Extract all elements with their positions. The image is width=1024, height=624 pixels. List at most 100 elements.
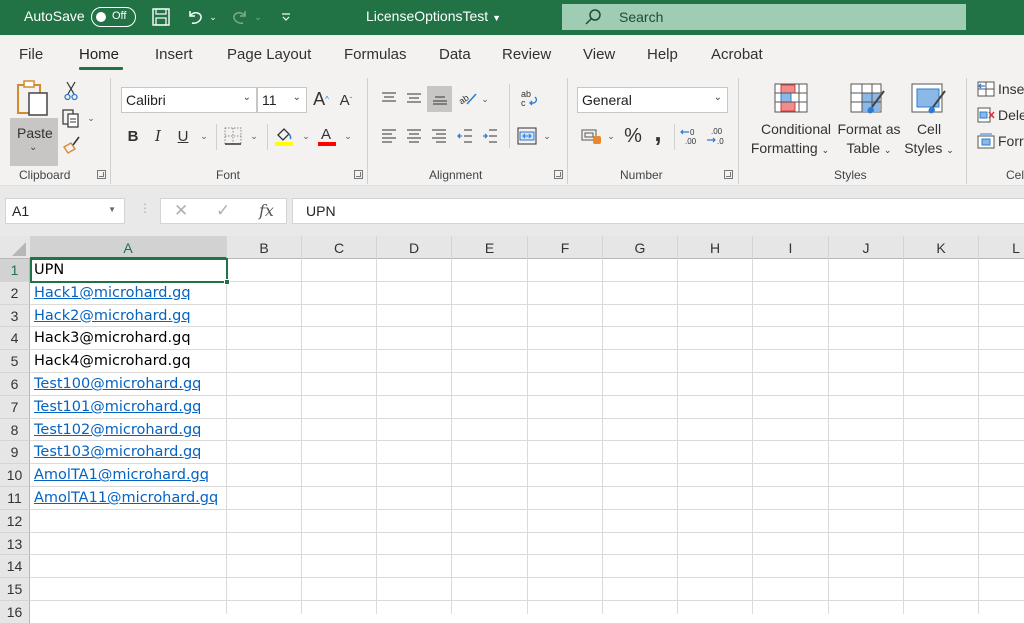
tab-file[interactable]: File	[19, 46, 43, 63]
tab-formulas[interactable]: Formulas	[344, 46, 407, 63]
tab-data[interactable]: Data	[439, 46, 471, 63]
conditional-formatting-button[interactable]: Conditional Formatting ⌄	[748, 80, 832, 162]
column-header-l[interactable]: L	[979, 236, 1024, 259]
paste-button[interactable]: Paste ⌄	[10, 76, 58, 166]
copy-dropdown-icon[interactable]: ⌄	[86, 113, 96, 123]
row-header-12[interactable]: 12	[0, 509, 30, 533]
column-header-d[interactable]: D	[377, 236, 452, 259]
align-left-icon[interactable]	[379, 126, 399, 146]
font-color-icon[interactable]: A	[317, 125, 337, 147]
tab-insert[interactable]: Insert	[155, 46, 193, 63]
cell-a2[interactable]: Hack1@microhard.gq	[30, 282, 227, 305]
tab-page-layout[interactable]: Page Layout	[227, 46, 311, 63]
row-header-14[interactable]: 14	[0, 555, 30, 579]
align-middle-icon[interactable]	[404, 88, 424, 108]
paste-dropdown[interactable]: Paste ⌄	[10, 118, 58, 166]
row-header-2[interactable]: 2	[0, 281, 30, 305]
fill-color-icon[interactable]	[274, 125, 294, 147]
formula-bar-grip-icon[interactable]: ⋮	[139, 201, 151, 215]
tab-help[interactable]: Help	[647, 46, 678, 63]
document-title[interactable]: LicenseOptionsTest ▼	[366, 8, 501, 24]
column-header-k[interactable]: K	[904, 236, 979, 259]
formula-input[interactable]: UPN	[292, 198, 1024, 224]
wrap-text-icon[interactable]: ab c	[517, 86, 541, 110]
bold-button[interactable]: B	[124, 125, 142, 147]
font-color-dropdown-icon[interactable]: ⌄	[343, 130, 353, 142]
number-launcher-icon[interactable]	[724, 170, 733, 179]
percent-style-button[interactable]: %	[622, 124, 644, 148]
cell-a8[interactable]: Test102@microhard.gq	[30, 419, 227, 442]
cell-styles-button[interactable]: Cell Styles ⌄	[903, 80, 955, 162]
row-header-7[interactable]: 7	[0, 395, 30, 419]
tab-review[interactable]: Review	[502, 46, 551, 63]
tab-acrobat[interactable]: Acrobat	[711, 46, 763, 63]
cell-a9[interactable]: Test103@microhard.gq	[30, 441, 227, 464]
column-header-h[interactable]: H	[678, 236, 753, 259]
search-input[interactable]: Search	[562, 4, 966, 30]
undo-icon[interactable]	[185, 6, 205, 28]
orientation-dropdown-icon[interactable]: ⌄	[480, 93, 490, 105]
alignment-launcher-icon[interactable]	[554, 170, 563, 179]
comma-style-button[interactable]: ,	[649, 117, 667, 147]
cell-a5[interactable]: Hack4@microhard.gq	[30, 350, 227, 373]
name-box-dropdown-icon[interactable]: ▼	[108, 205, 116, 214]
increase-decimal-icon[interactable]: 0.00	[679, 126, 703, 146]
merge-dropdown-icon[interactable]: ⌄	[542, 130, 552, 142]
cell-a11[interactable]: AmolTA11@microhard.gq	[30, 487, 227, 510]
cell-a6[interactable]: Test100@microhard.gq	[30, 373, 227, 396]
font-name-dropdown[interactable]: Calibri ⌄	[121, 87, 257, 113]
column-header-e[interactable]: E	[452, 236, 528, 259]
decrease-font-size-button[interactable]: Aˇ	[337, 89, 355, 111]
underline-dropdown-icon[interactable]: ⌄	[199, 130, 209, 142]
copy-icon[interactable]	[61, 107, 81, 129]
decrease-indent-icon[interactable]	[455, 126, 475, 146]
row-header-8[interactable]: 8	[0, 418, 30, 442]
cell-a4[interactable]: Hack3@microhard.gq	[30, 327, 227, 350]
save-icon[interactable]	[151, 6, 171, 28]
column-header-f[interactable]: F	[528, 236, 603, 259]
delete-cells-button[interactable]: Dele	[977, 106, 1024, 126]
tab-home[interactable]: Home	[79, 46, 119, 63]
font-size-dropdown[interactable]: 11 ⌄	[257, 87, 307, 113]
row-header-13[interactable]: 13	[0, 532, 30, 556]
fill-color-dropdown-icon[interactable]: ⌄	[301, 130, 311, 142]
insert-cells-button[interactable]: Inse	[977, 80, 1024, 100]
align-top-icon[interactable]	[379, 88, 399, 108]
orientation-icon[interactable]: ab	[456, 88, 480, 108]
number-format-dropdown[interactable]: General ⌄	[577, 87, 728, 113]
row-header-5[interactable]: 5	[0, 350, 30, 373]
fill-handle[interactable]	[224, 279, 230, 285]
autosave-toggle[interactable]: Off	[91, 7, 136, 27]
increase-font-size-button[interactable]: A ^	[311, 87, 331, 111]
name-box[interactable]: A1 ▼	[5, 198, 125, 224]
row-header-10[interactable]: 10	[0, 464, 30, 487]
accounting-dropdown-icon[interactable]: ⌄	[606, 130, 616, 142]
increase-indent-icon[interactable]	[480, 126, 500, 146]
format-as-table-button[interactable]: Format as Table ⌄	[834, 80, 904, 162]
row-header-3[interactable]: 3	[0, 304, 30, 328]
cell-a7[interactable]: Test101@microhard.gq	[30, 396, 227, 419]
undo-dropdown-icon[interactable]: ⌄	[208, 6, 218, 28]
font-launcher-icon[interactable]	[354, 170, 363, 179]
customize-qat-icon[interactable]	[280, 6, 292, 28]
row-header-4[interactable]: 4	[0, 327, 30, 351]
column-header-c[interactable]: C	[302, 236, 377, 259]
italic-button[interactable]: I	[149, 125, 167, 147]
row-header-16[interactable]: 16	[0, 601, 30, 624]
accounting-format-icon[interactable]	[580, 126, 604, 146]
column-header-g[interactable]: G	[603, 236, 678, 259]
align-right-icon[interactable]	[429, 126, 449, 146]
insert-function-button[interactable]: fx	[259, 201, 274, 220]
row-header-6[interactable]: 6	[0, 373, 30, 396]
align-bottom-icon[interactable]	[427, 86, 452, 112]
column-header-j[interactable]: J	[829, 236, 904, 259]
decrease-decimal-icon[interactable]: .00.0	[705, 126, 729, 146]
format-cells-button[interactable]: Forr	[977, 132, 1024, 152]
row-header-15[interactable]: 15	[0, 578, 30, 601]
borders-dropdown-icon[interactable]: ⌄	[249, 130, 259, 142]
cut-icon[interactable]	[62, 80, 80, 102]
cell-a3[interactable]: Hack2@microhard.gq	[30, 305, 227, 328]
cell-a10[interactable]: AmolTA1@microhard.gq	[30, 464, 227, 487]
row-header-11[interactable]: 11	[0, 487, 30, 510]
align-center-icon[interactable]	[404, 126, 424, 146]
